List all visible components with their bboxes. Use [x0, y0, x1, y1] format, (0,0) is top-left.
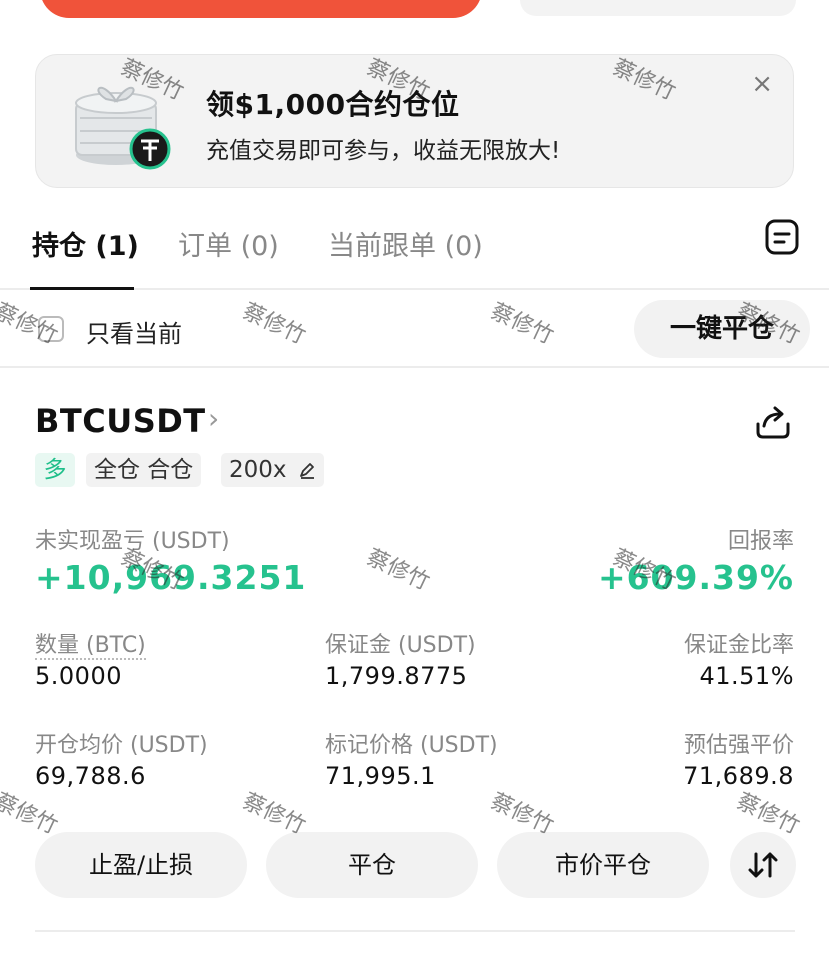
entry-price-label: 开仓均价 (USDT): [35, 733, 208, 758]
margin-value: 1,799.8775: [325, 662, 468, 690]
leverage-value: 200x: [229, 457, 287, 483]
filter-row: 只看当前 一键平仓: [0, 292, 829, 368]
share-icon[interactable]: [754, 404, 792, 440]
entry-price-value: 69,788.6: [35, 762, 146, 790]
primary-action-button[interactable]: [40, 0, 482, 18]
chevron-right-icon[interactable]: ›: [208, 402, 219, 435]
gift-box-icon: [75, 87, 171, 170]
mark-price-label: 标记价格 (USDT): [325, 733, 498, 758]
unrealized-pnl-value: +10,969.3251: [35, 558, 307, 597]
watermark: 蔡修竹: [0, 788, 62, 840]
only-current-label: 只看当前: [86, 320, 182, 348]
roe-value: +609.39%: [597, 558, 794, 597]
reverse-position-button[interactable]: [730, 832, 796, 898]
liquidation-price-label: 预估强平价: [683, 733, 794, 758]
quantity-label: 数量 (BTC): [35, 627, 146, 660]
margin-ratio-value: 41.51%: [699, 662, 794, 690]
roe-label: 回报率: [727, 529, 794, 554]
promo-banner[interactable]: 领$1,000合约仓位 充值交易即可参与，收益无限放大! ×: [35, 54, 794, 188]
unrealized-pnl-label: 未实现盈亏 (USDT): [35, 529, 230, 554]
swap-arrows-icon: [748, 852, 778, 878]
margin-ratio-label: 保证金比率: [683, 633, 794, 658]
order-history-icon[interactable]: [764, 218, 800, 256]
liquidation-price-value: 71,689.8: [683, 762, 794, 790]
margin-label: 保证金 (USDT): [325, 633, 476, 658]
close-icon[interactable]: ×: [751, 69, 773, 99]
active-tab-indicator: [30, 287, 134, 290]
quantity-label-text: 数量 (BTC): [35, 633, 146, 660]
close-position-button[interactable]: 平仓: [266, 832, 478, 898]
position-symbol[interactable]: BTCUSDT: [35, 402, 206, 440]
market-close-button[interactable]: 市价平仓: [497, 832, 709, 898]
quantity-value: 5.0000: [35, 662, 122, 690]
card-divider: [35, 930, 795, 932]
position-tabs: 持仓 (1) 订单 (0) 当前跟单 (0): [0, 200, 829, 290]
top-input-field[interactable]: [520, 0, 796, 16]
promo-title: 领$1,000合约仓位: [206, 88, 460, 121]
leverage-badge[interactable]: 200x: [221, 453, 324, 487]
tab-positions[interactable]: 持仓 (1): [32, 224, 139, 263]
only-current-checkbox[interactable]: [38, 316, 64, 342]
tab-copy-trading[interactable]: 当前跟单 (0): [328, 224, 483, 263]
tp-sl-button[interactable]: 止盈/止损: [35, 832, 247, 898]
mark-price-value: 71,995.1: [325, 762, 436, 790]
promo-subtitle: 充值交易即可参与，收益无限放大!: [206, 138, 561, 164]
tab-orders[interactable]: 订单 (0): [178, 224, 279, 263]
close-all-button[interactable]: 一键平仓: [634, 300, 810, 358]
watermark: 蔡修竹: [362, 544, 434, 596]
margin-mode-badge: 全仓 合仓: [86, 453, 202, 487]
side-badge: 多: [35, 453, 75, 487]
edit-icon: [299, 463, 314, 479]
